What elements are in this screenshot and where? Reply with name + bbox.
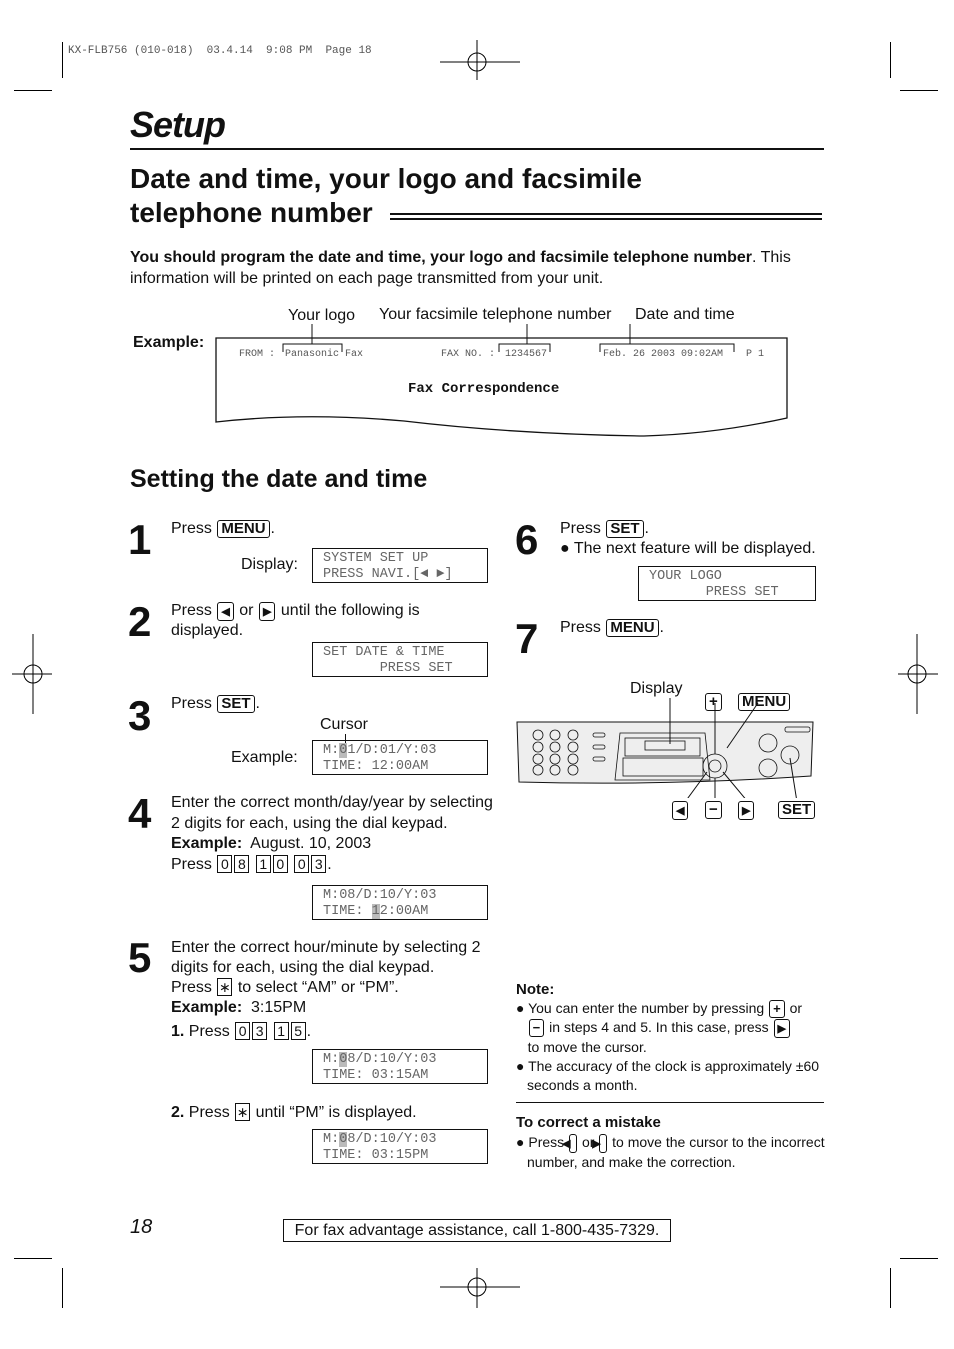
fax-number-label: Your facsimile telephone number (379, 306, 612, 323)
step-number: 1 (128, 516, 152, 563)
date-value: Feb. 26 2003 09:02AM (603, 349, 724, 360)
note-title: Note: (516, 981, 555, 998)
minus-key: − (705, 801, 722, 819)
control-panel-illustration (516, 698, 814, 798)
mistake-title: To correct a mistake (516, 1114, 661, 1131)
left-arrow-key (217, 602, 234, 621)
lcd-display: M:08/D:10/Y:03 TIME: 03:15AM (312, 1049, 488, 1084)
page-title: Date and time, your logo and facsimile (130, 163, 642, 194)
subsection-title: Setting the date and time (130, 465, 428, 493)
cursor-label: Cursor (320, 716, 369, 733)
registration-mark-icon (898, 634, 938, 714)
divider (130, 148, 824, 150)
page-value: P 1 (746, 349, 765, 360)
from-label: FROM : (239, 349, 276, 360)
divider (390, 218, 822, 220)
step-number: 2 (128, 598, 152, 645)
step4-text: Enter the correct month/day/year by sele… (171, 794, 493, 873)
step5-sub2: 2. Press ∗ until “PM” is displayed. (171, 1103, 417, 1121)
date-time-label: Date and time (635, 306, 735, 323)
logo-value: Panasonic Fax (285, 349, 364, 360)
step5-text: Enter the correct hour/minute by selecti… (171, 939, 481, 1016)
section-title: Setup (130, 104, 226, 145)
footer-assistance: For fax advantage assistance, call 1-800… (283, 1219, 671, 1242)
step1-text: Press MENU. (171, 520, 275, 538)
step3-text: Press SET. (171, 695, 260, 713)
registration-mark-icon (440, 1268, 520, 1308)
mistake-text: ● Press or to move the cursor to the inc… (516, 1133, 827, 1172)
registration-mark-icon (440, 40, 520, 80)
display-label: Display: (241, 556, 298, 573)
intro-text: You should program the date and time, yo… (130, 249, 791, 287)
step-number: 3 (128, 692, 152, 739)
fax-body-text: Fax Correspondence (408, 381, 560, 397)
step-number: 4 (128, 790, 152, 837)
display-label: Display (630, 680, 683, 697)
example-label: Example: (133, 334, 205, 351)
lcd-display: SYSTEM SET UP PRESS NAVI.[◄ ►] (312, 548, 488, 583)
right-arrow-key (738, 801, 755, 820)
fax-no-label: FAX NO. : (441, 349, 496, 360)
manual-page: KX-FLB756 (010-018) 03.4.14 9:08 PM Page… (0, 0, 954, 1349)
page-title-line2: telephone number (130, 197, 373, 228)
divider (516, 1102, 824, 1103)
lcd-display: M:01/D:01/Y:03 TIME: 12:00AM (312, 740, 488, 775)
step6-text: Press SET. (560, 520, 649, 538)
lcd-display: YOUR LOGO PRESS SET (638, 566, 816, 601)
note-item: ● You can enter the number by pressing +… (516, 999, 826, 1057)
step6-bullet: ● The next feature will be displayed. (560, 540, 816, 557)
step-number: 7 (515, 615, 539, 662)
note-list: ● You can enter the number by pressing +… (516, 999, 826, 1095)
step-number: 5 (128, 934, 152, 981)
print-header: KX-FLB756 (010-018) 03.4.14 9:08 PM Page… (68, 45, 372, 57)
step5-sub1: 1. Press 03 15. (171, 1022, 312, 1040)
divider (390, 213, 822, 215)
registration-mark-icon (12, 634, 52, 714)
set-key: SET (778, 801, 816, 819)
step-number: 6 (515, 516, 539, 563)
example-label: Example: (231, 749, 298, 766)
right-arrow-key (258, 602, 276, 621)
lcd-display: SET DATE & TIME PRESS SET (312, 642, 488, 677)
fax-number-value: 1234567 (505, 349, 548, 360)
set-key: SET (217, 695, 255, 713)
left-arrow-key (672, 801, 689, 820)
logo-label: Your logo (288, 307, 356, 324)
page-number: 18 (130, 1216, 153, 1238)
step2-text: Press or until the following is displaye… (171, 601, 461, 641)
lcd-display: M:08/D:10/Y:03 TIME: 03:15PM (312, 1129, 488, 1164)
step7-text: Press MENU. (560, 619, 664, 637)
menu-key: MENU (217, 520, 270, 538)
lcd-display: M:08/D:10/Y:03 TIME: 12:00AM (312, 885, 488, 920)
note-item: ● The accuracy of the clock is approxima… (516, 1058, 820, 1093)
